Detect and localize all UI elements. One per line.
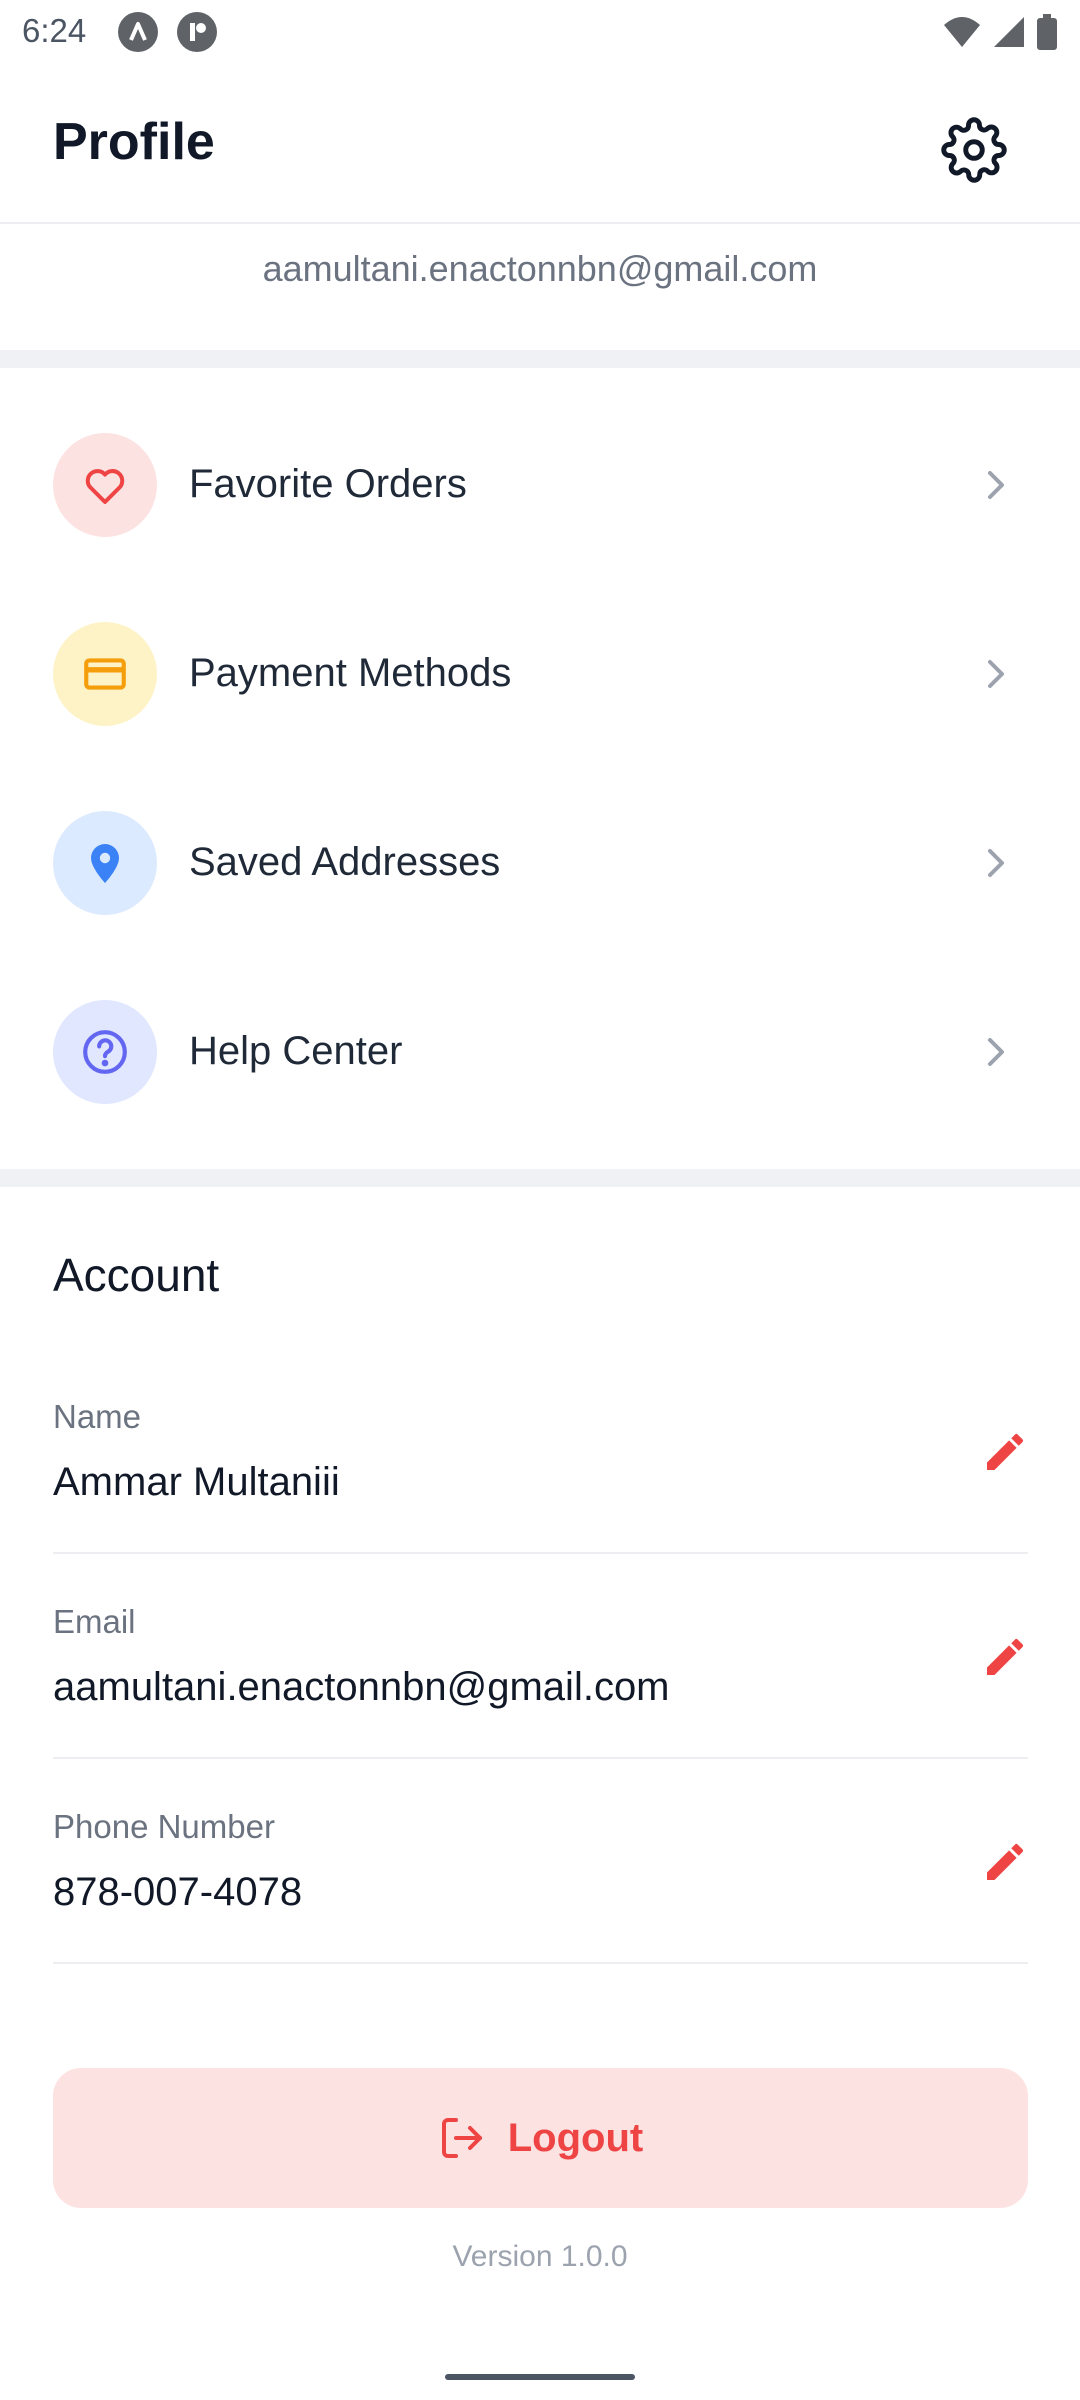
status-bar: 6:24 [0, 0, 1080, 64]
logout-icon [441, 2118, 482, 2158]
account-field-phone: Phone Number 878-007-4078 [53, 1760, 1028, 1964]
pencil-icon [987, 1433, 1024, 1470]
field-label: Phone Number [53, 1808, 275, 1845]
credit-card-icon [53, 622, 157, 726]
app-version: Version 1.0.0 [452, 2240, 628, 2273]
user-email: aamultani.enactonnbn@gmail.com [262, 248, 818, 289]
section-divider [0, 1169, 1080, 1187]
field-value: aamultani.enactonnbn@gmail.com [53, 1665, 670, 1709]
field-label: Name [53, 1398, 142, 1435]
logout-button[interactable]: Logout [53, 2068, 1028, 2208]
field-value: 878-007-4078 [53, 1870, 303, 1914]
settings-button[interactable] [932, 108, 1016, 192]
menu-item-label: Help Center [189, 1029, 403, 1073]
menu-item-payment-methods[interactable]: Payment Methods [0, 599, 1080, 749]
menu-item-label: Favorite Orders [189, 462, 467, 506]
chevron-right-icon [988, 471, 1004, 499]
logout-label: Logout [507, 2115, 644, 2160]
menu-item-favorite-orders[interactable]: Favorite Orders [0, 410, 1080, 560]
status-icons [942, 12, 1058, 52]
menu-item-saved-addresses[interactable]: Saved Addresses [0, 788, 1080, 938]
heart-icon [53, 433, 157, 537]
account-section-title: Account [53, 1249, 220, 1301]
field-label: Email [53, 1603, 136, 1640]
menu-item-label: Saved Addresses [189, 840, 501, 884]
chevron-right-icon [988, 849, 1004, 877]
page-title: Profile [53, 113, 215, 171]
chevron-right-icon [988, 660, 1004, 688]
pencil-icon [987, 1638, 1024, 1675]
section-divider [0, 350, 1080, 368]
header: Profile [0, 64, 1080, 224]
wifi-icon [944, 17, 980, 47]
chevron-right-icon [988, 1038, 1004, 1066]
edit-name-button[interactable] [973, 1420, 1037, 1484]
gear-icon [941, 117, 1007, 183]
menu-item-label: Payment Methods [189, 651, 512, 695]
account-field-email: Email aamultani.enactonnbn@gmail.com [53, 1555, 1028, 1759]
field-value: Ammar Multaniii [53, 1460, 340, 1504]
battery-icon [1037, 14, 1057, 50]
pencil-icon [987, 1843, 1024, 1880]
edit-email-button[interactable] [973, 1625, 1037, 1689]
edit-phone-button[interactable] [973, 1830, 1037, 1894]
help-circle-icon [53, 1000, 157, 1104]
home-indicator[interactable] [445, 2374, 635, 2380]
app-notification-icon [118, 12, 158, 52]
cellular-signal-icon [994, 17, 1024, 47]
location-pin-icon [53, 811, 157, 915]
menu-item-help-center[interactable]: Help Center [0, 977, 1080, 1127]
account-field-name: Name Ammar Multaniii [53, 1350, 1028, 1554]
app-notification-icon [177, 12, 217, 52]
status-time: 6:24 [22, 12, 87, 49]
